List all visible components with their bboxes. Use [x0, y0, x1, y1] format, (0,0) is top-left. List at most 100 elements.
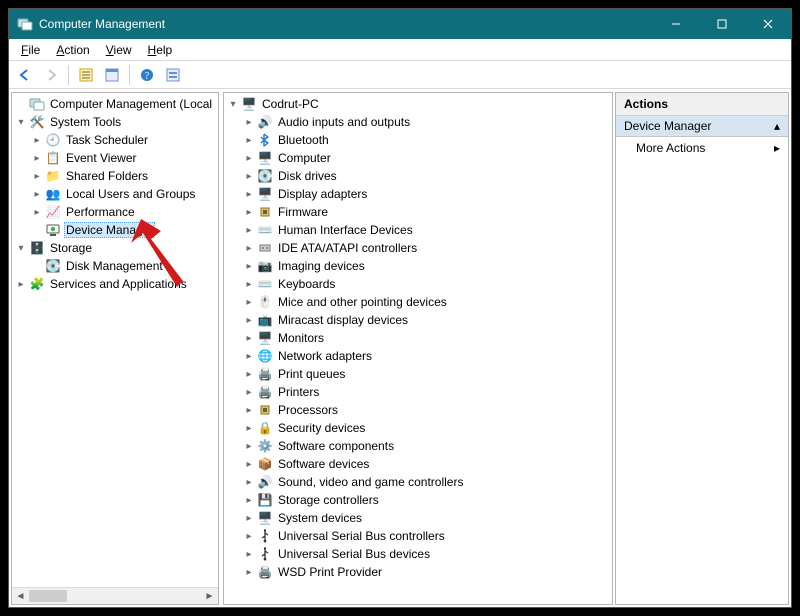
device-icon: [257, 402, 273, 418]
minimize-button[interactable]: [653, 9, 699, 39]
device-category[interactable]: ⌨️Keyboards: [226, 275, 612, 293]
device-category[interactable]: 🔊Sound, video and game controllers: [226, 473, 612, 491]
tree-disk-management[interactable]: 💽 Disk Management: [14, 257, 218, 275]
device-category[interactable]: 🖥️Computer: [226, 149, 612, 167]
tree-device-manager[interactable]: Device Manager: [14, 221, 218, 239]
expand-toggle[interactable]: [242, 313, 256, 327]
expand-toggle[interactable]: [242, 169, 256, 183]
device-category[interactable]: 🖥️Display adapters: [226, 185, 612, 203]
console-tree-pane[interactable]: Computer Management (Local 🛠️ System Too…: [11, 92, 219, 605]
tree-system-tools[interactable]: 🛠️ System Tools: [14, 113, 218, 131]
device-category[interactable]: 💾Storage controllers: [226, 491, 612, 509]
expand-toggle[interactable]: [14, 277, 28, 291]
device-category[interactable]: Firmware: [226, 203, 612, 221]
device-label: Computer: [276, 151, 333, 165]
expand-toggle[interactable]: [242, 475, 256, 489]
expand-toggle[interactable]: [242, 367, 256, 381]
tree-root[interactable]: Computer Management (Local: [14, 95, 218, 113]
expand-toggle[interactable]: [242, 493, 256, 507]
expand-toggle[interactable]: [30, 187, 44, 201]
expand-toggle[interactable]: [242, 115, 256, 129]
expand-toggle[interactable]: [242, 385, 256, 399]
expand-toggle[interactable]: [242, 439, 256, 453]
device-category[interactable]: 💽Disk drives: [226, 167, 612, 185]
tree-performance[interactable]: 📈 Performance: [14, 203, 218, 221]
device-category[interactable]: 🖥️System devices: [226, 509, 612, 527]
expand-toggle[interactable]: [242, 565, 256, 579]
expand-toggle[interactable]: [242, 457, 256, 471]
menu-view[interactable]: View: [98, 41, 140, 59]
tree-local-users[interactable]: 👥 Local Users and Groups: [14, 185, 218, 203]
tree-shared-folders[interactable]: 📁 Shared Folders: [14, 167, 218, 185]
scroll-left-button[interactable]: ◄: [12, 588, 29, 604]
tree-label: Disk Management: [64, 259, 165, 273]
expand-toggle[interactable]: [242, 223, 256, 237]
actions-more[interactable]: More Actions ▸: [616, 137, 788, 159]
device-category[interactable]: 🔒Security devices: [226, 419, 612, 437]
properties-button[interactable]: [100, 63, 124, 87]
device-category[interactable]: 🖥️Monitors: [226, 329, 612, 347]
titlebar[interactable]: Computer Management: [9, 9, 791, 39]
menu-help[interactable]: Help: [140, 41, 181, 59]
device-category[interactable]: 🌐Network adapters: [226, 347, 612, 365]
tree-event-viewer[interactable]: 📋 Event Viewer: [14, 149, 218, 167]
expand-toggle[interactable]: [242, 547, 256, 561]
tree-task-scheduler[interactable]: 🕘 Task Scheduler: [14, 131, 218, 149]
device-category[interactable]: 🖨️Printers: [226, 383, 612, 401]
tree-services-apps[interactable]: 🧩 Services and Applications: [14, 275, 218, 293]
device-category[interactable]: 📺Miracast display devices: [226, 311, 612, 329]
expand-toggle[interactable]: [226, 97, 240, 111]
horizontal-scrollbar[interactable]: ◄ ►: [12, 587, 218, 604]
device-category[interactable]: Universal Serial Bus devices: [226, 545, 612, 563]
device-category[interactable]: ⚙️Software components: [226, 437, 612, 455]
menu-action[interactable]: Action: [48, 41, 97, 59]
forward-button[interactable]: [39, 63, 63, 87]
expand-toggle[interactable]: [242, 151, 256, 165]
expand-toggle[interactable]: [242, 349, 256, 363]
scroll-thumb[interactable]: [29, 590, 67, 602]
device-category[interactable]: IDE ATA/ATAPI controllers: [226, 239, 612, 257]
device-category[interactable]: 🖨️Print queues: [226, 365, 612, 383]
device-tree-pane[interactable]: 🖥️Codrut-PC🔊Audio inputs and outputsBlue…: [223, 92, 613, 605]
expand-toggle[interactable]: [242, 241, 256, 255]
device-category[interactable]: 📦Software devices: [226, 455, 612, 473]
device-category[interactable]: 🖱️Mice and other pointing devices: [226, 293, 612, 311]
expand-toggle[interactable]: [242, 421, 256, 435]
device-category[interactable]: 📷Imaging devices: [226, 257, 612, 275]
expand-toggle[interactable]: [242, 529, 256, 543]
expand-toggle[interactable]: [30, 169, 44, 183]
menu-file[interactable]: File: [13, 41, 48, 59]
expand-toggle[interactable]: [242, 403, 256, 417]
expand-toggle[interactable]: [242, 187, 256, 201]
expand-toggle[interactable]: [242, 133, 256, 147]
expand-toggle[interactable]: [30, 133, 44, 147]
device-icon: 🔊: [257, 114, 273, 130]
expand-toggle[interactable]: [242, 511, 256, 525]
expand-toggle[interactable]: [242, 259, 256, 273]
expand-toggle[interactable]: [30, 205, 44, 219]
expand-toggle[interactable]: [14, 241, 28, 255]
device-root[interactable]: 🖥️Codrut-PC: [226, 95, 612, 113]
refresh-button[interactable]: [161, 63, 185, 87]
expand-toggle[interactable]: [30, 151, 44, 165]
device-category[interactable]: Processors: [226, 401, 612, 419]
device-category[interactable]: ⌨️Human Interface Devices: [226, 221, 612, 239]
device-category[interactable]: 🖨️WSD Print Provider: [226, 563, 612, 581]
device-category[interactable]: 🔊Audio inputs and outputs: [226, 113, 612, 131]
tree-storage[interactable]: 🗄️ Storage: [14, 239, 218, 257]
expand-toggle[interactable]: [242, 277, 256, 291]
actions-subheader[interactable]: Device Manager ▴: [616, 116, 788, 137]
tree-label: Performance: [64, 205, 137, 219]
device-category[interactable]: Bluetooth: [226, 131, 612, 149]
expand-toggle[interactable]: [242, 331, 256, 345]
close-button[interactable]: [745, 9, 791, 39]
scroll-right-button[interactable]: ►: [201, 588, 218, 604]
device-category[interactable]: Universal Serial Bus controllers: [226, 527, 612, 545]
show-hide-tree-button[interactable]: [74, 63, 98, 87]
expand-toggle[interactable]: [242, 205, 256, 219]
expand-toggle[interactable]: [14, 115, 28, 129]
expand-toggle[interactable]: [242, 295, 256, 309]
help-button[interactable]: ?: [135, 63, 159, 87]
back-button[interactable]: [13, 63, 37, 87]
maximize-button[interactable]: [699, 9, 745, 39]
